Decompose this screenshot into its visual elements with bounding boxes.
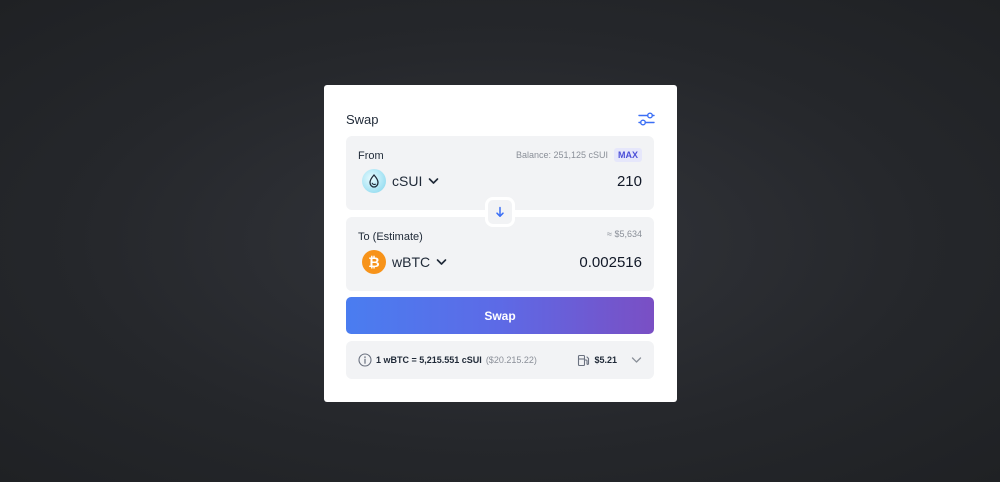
- swap-button[interactable]: Swap: [346, 297, 654, 334]
- arrow-down-icon: [496, 206, 504, 217]
- exchange-rate: 1 wBTC = 5,215.551 cSUI: [376, 355, 482, 365]
- chevron-down-icon: [631, 357, 642, 363]
- from-balance-row: Balance: 251,125 cSUI MAX: [516, 148, 642, 162]
- to-estimate-row: ≈ $5,634: [607, 229, 642, 239]
- csui-token-icon: [362, 169, 386, 193]
- usd-estimate: ≈ $5,634: [607, 229, 642, 239]
- from-token-name: cSUI: [392, 173, 423, 189]
- to-panel: To (Estimate) ≈ $5,634 ₿ wBTC 0.002516: [346, 217, 654, 291]
- gas-pump-icon: [578, 354, 590, 366]
- from-amount-input[interactable]: 210: [617, 173, 642, 190]
- rate-info-row: 1 wBTC = 5,215.551 cSUI ($20.215.22) $5.…: [346, 341, 654, 379]
- swap-direction-button[interactable]: [485, 197, 515, 227]
- info-icon: [358, 353, 372, 367]
- swap-card: Swap From Balance: 251,125 cSUI MAX cSUI…: [324, 85, 677, 402]
- card-title: Swap: [346, 111, 379, 127]
- expand-details-button[interactable]: [631, 356, 642, 364]
- to-amount: 0.002516: [579, 254, 642, 271]
- exchange-rate-usd: ($20.215.22): [485, 355, 537, 365]
- to-token-select[interactable]: ₿ wBTC: [362, 250, 447, 274]
- balance-text: Balance: 251,125 cSUI: [515, 150, 608, 160]
- card-header: Swap: [346, 109, 655, 129]
- chevron-down-icon: [429, 178, 439, 184]
- gas-fee: $5.21: [594, 355, 617, 365]
- max-button[interactable]: MAX: [614, 148, 642, 162]
- settings-button[interactable]: [637, 110, 655, 128]
- chevron-down-icon: [436, 259, 447, 265]
- to-label: To (Estimate): [358, 231, 423, 243]
- from-token-select[interactable]: cSUI: [362, 169, 439, 193]
- wbtc-token-icon: ₿: [362, 250, 386, 274]
- sliders-icon: [637, 112, 655, 126]
- from-label: From: [358, 150, 384, 162]
- to-token-name: wBTC: [392, 254, 431, 270]
